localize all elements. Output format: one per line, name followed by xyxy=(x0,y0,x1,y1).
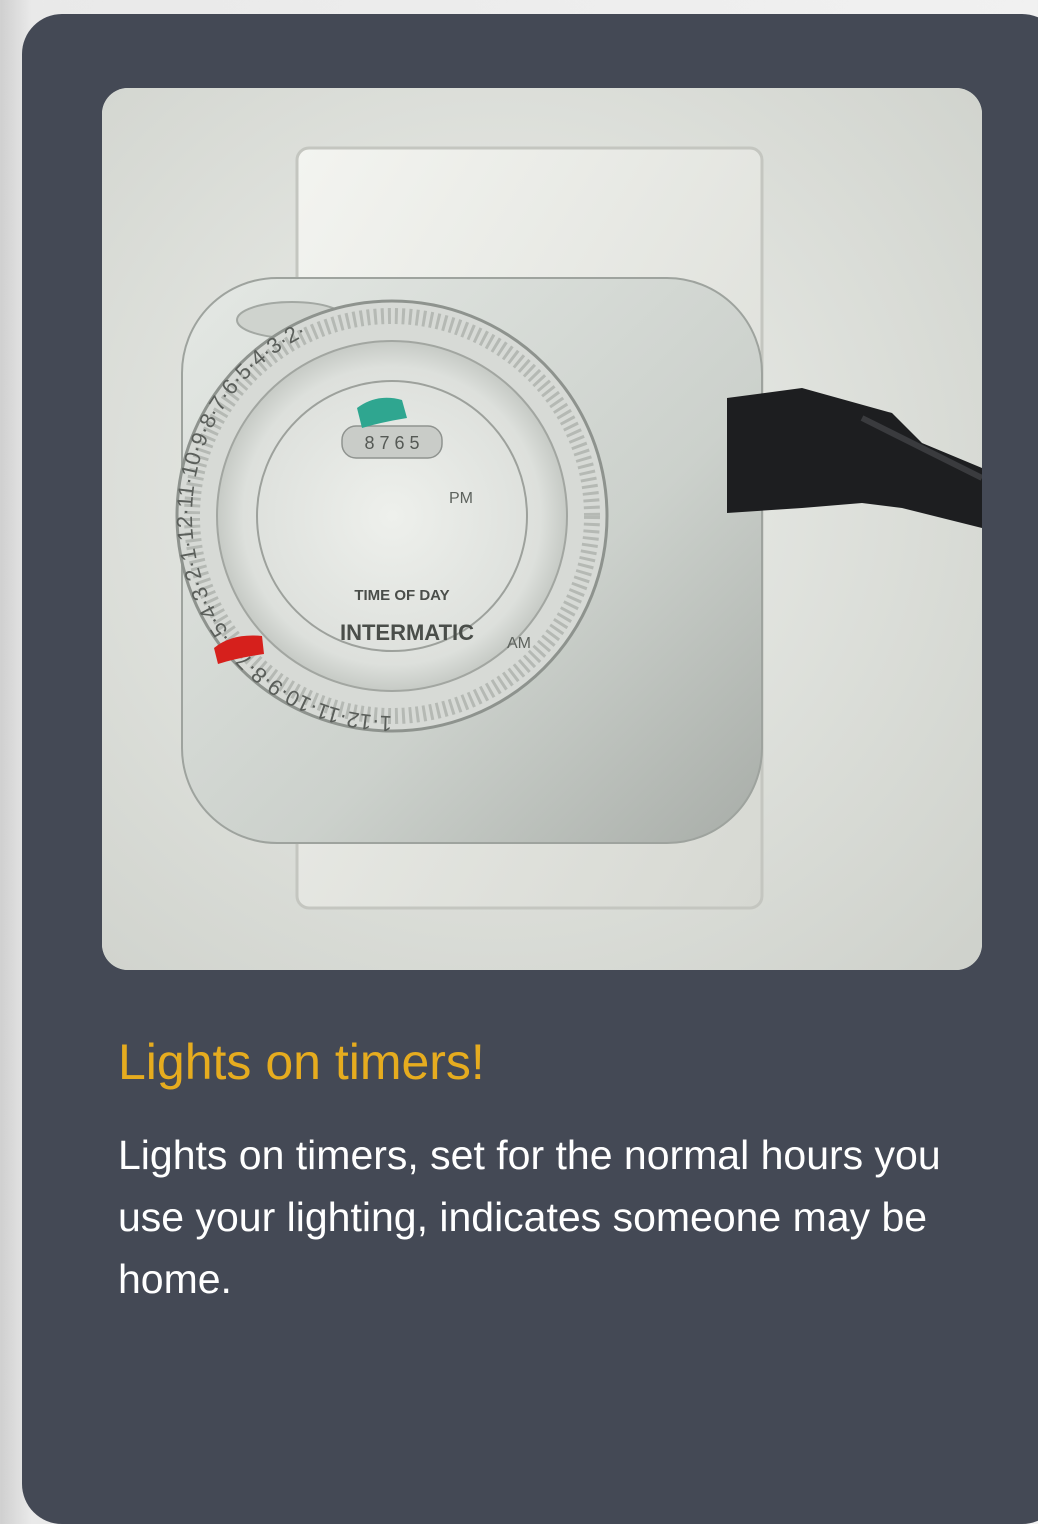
dial-window-digits: 8 7 6 5 xyxy=(364,433,419,453)
info-card: 1·12·11·10·9·8·7·6·5·4·3·2·1·12·11·10·9·… xyxy=(22,14,1038,1524)
dial-pm-label: PM xyxy=(449,490,473,507)
timer-photo: 1·12·11·10·9·8·7·6·5·4·3·2·1·12·11·10·9·… xyxy=(102,88,982,970)
card-title: Lights on timers! xyxy=(118,1034,485,1090)
card-description: Lights on timers, set for the normal hou… xyxy=(118,1132,941,1302)
dial-brand: INTERMATIC xyxy=(340,620,474,645)
dial-am-label: AM xyxy=(507,635,531,652)
dial-caption: TIME OF DAY xyxy=(354,587,449,604)
outlet-timer-illustration: 1·12·11·10·9·8·7·6·5·4·3·2·1·12·11·10·9·… xyxy=(102,88,982,970)
